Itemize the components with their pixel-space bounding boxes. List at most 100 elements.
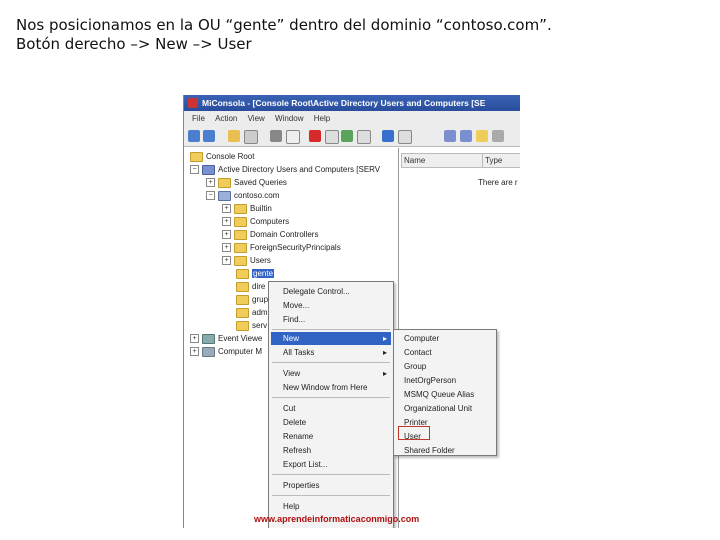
up-folder-icon[interactable] xyxy=(228,130,240,142)
submenu-item-inetorgperson[interactable]: InetOrgPerson xyxy=(394,374,456,387)
menu-item-export-list[interactable]: Export List... xyxy=(269,458,327,471)
menu-item-delete[interactable]: Delete xyxy=(269,416,306,429)
group-icon[interactable] xyxy=(460,130,472,142)
submenu-arrow-icon: ▸ xyxy=(382,334,387,343)
help-icon[interactable] xyxy=(382,130,394,142)
menu-separator xyxy=(272,397,390,398)
menu-item-rename[interactable]: Rename xyxy=(269,430,313,443)
submenu-item-msmq-queue-alias[interactable]: MSMQ Queue Alias xyxy=(394,388,474,401)
expand-icon[interactable]: + xyxy=(222,204,231,214)
tree-computers[interactable]: + Computers xyxy=(222,215,289,228)
context-menu: Delegate Control... Move... Find... New ▸… xyxy=(268,281,394,528)
menu-file[interactable]: File xyxy=(192,114,205,123)
expand-icon[interactable]: + xyxy=(222,230,231,240)
tree-ou[interactable]: grup xyxy=(236,293,268,306)
submenu-item-contact[interactable]: Contact xyxy=(394,346,432,359)
cut-icon[interactable] xyxy=(270,130,282,142)
submenu-item-organizational-unit[interactable]: Organizational Unit xyxy=(394,402,472,415)
tree-gente[interactable]: gente xyxy=(236,267,275,280)
tree-console-root[interactable]: Console Root xyxy=(190,150,254,163)
console-app-icon xyxy=(188,97,198,108)
back-icon[interactable] xyxy=(188,130,200,142)
new-ou-icon[interactable] xyxy=(476,130,488,142)
tree-users[interactable]: + Users xyxy=(222,254,271,267)
menu-item-properties[interactable]: Properties xyxy=(269,479,319,492)
menu-bar: File Action View Window Help xyxy=(184,111,520,126)
tree-event-viewer[interactable]: + Event Viewe xyxy=(190,332,262,345)
column-header-type[interactable]: Type xyxy=(482,153,520,168)
ou-icon xyxy=(236,294,249,305)
menu-help[interactable]: Help xyxy=(314,114,330,123)
title-bar[interactable]: MiConsola - [Console Root\Active Directo… xyxy=(184,95,520,111)
tree-builtin[interactable]: + Builtin xyxy=(222,202,272,215)
collapse-icon[interactable]: − xyxy=(190,165,199,175)
tree-computer-management[interactable]: + Computer M xyxy=(190,345,262,358)
computer-icon xyxy=(202,346,215,357)
toolbar xyxy=(184,126,520,147)
submenu-item-computer[interactable]: Computer xyxy=(394,332,439,345)
menu-separator xyxy=(272,362,390,363)
ou-icon xyxy=(236,320,249,331)
folder-icon xyxy=(234,229,247,240)
users-icon[interactable] xyxy=(444,130,456,142)
tree-ou[interactable]: adm xyxy=(236,306,268,319)
expand-icon[interactable]: + xyxy=(222,243,231,253)
folder-icon xyxy=(234,203,247,214)
folder-icon xyxy=(218,177,231,188)
menu-item-new-window[interactable]: New Window from Here xyxy=(269,381,367,394)
watermark-url: www.aprendeinformaticaconmigo.com xyxy=(254,514,420,524)
menu-item-move[interactable]: Move... xyxy=(269,299,309,312)
expand-icon[interactable]: + xyxy=(190,347,199,357)
tree-fsp[interactable]: + ForeignSecurityPrincipals xyxy=(222,241,341,254)
refresh-icon[interactable] xyxy=(341,130,353,142)
caption-line-1: Nos posicionamos en la OU “gente” dentro… xyxy=(16,16,552,34)
export-icon[interactable] xyxy=(357,130,371,144)
menu-window[interactable]: Window xyxy=(275,114,303,123)
submenu-item-shared-folder[interactable]: Shared Folder xyxy=(394,444,455,457)
folder-icon xyxy=(234,242,247,253)
copy-icon[interactable] xyxy=(286,130,300,144)
show-tree-icon[interactable] xyxy=(244,130,258,144)
submenu-arrow-icon: ▸ xyxy=(382,348,387,357)
delete-icon[interactable] xyxy=(309,130,321,142)
window-title: MiConsola - [Console Root\Active Directo… xyxy=(202,98,486,108)
folder-icon xyxy=(190,151,203,162)
view-icon[interactable] xyxy=(398,130,412,144)
ou-icon xyxy=(236,268,249,279)
menu-view[interactable]: View xyxy=(248,114,265,123)
mmc-window-screenshot: MiConsola - [Console Root\Active Directo… xyxy=(183,95,520,528)
menu-item-all-tasks[interactable]: All Tasks ▸ xyxy=(269,346,393,359)
tree-aduc[interactable]: − Active Directory Users and Computers [S… xyxy=(190,163,380,176)
folder-icon xyxy=(234,255,247,266)
empty-message: There are r xyxy=(478,178,518,187)
slide-caption: Nos posicionamos en la OU “gente” dentro… xyxy=(16,16,552,54)
menu-item-find[interactable]: Find... xyxy=(269,313,305,326)
folder-icon xyxy=(234,216,247,227)
caption-line-2: Botón derecho –> New –> User xyxy=(16,35,252,53)
menu-item-cut[interactable]: Cut xyxy=(269,402,295,415)
menu-item-help[interactable]: Help xyxy=(269,500,299,513)
event-viewer-icon xyxy=(202,333,215,344)
expand-icon[interactable]: + xyxy=(222,256,231,266)
menu-item-delegate-control[interactable]: Delegate Control... xyxy=(269,285,350,298)
tree-domain-controllers[interactable]: + Domain Controllers xyxy=(222,228,318,241)
properties-icon[interactable] xyxy=(325,130,339,144)
expand-icon[interactable]: + xyxy=(190,334,199,344)
tree-saved-queries[interactable]: + Saved Queries xyxy=(206,176,287,189)
menu-item-view[interactable]: View ▸ xyxy=(269,367,393,380)
expand-icon[interactable]: + xyxy=(222,217,231,227)
tree-domain[interactable]: − contoso.com xyxy=(206,189,279,202)
menu-action[interactable]: Action xyxy=(215,114,237,123)
collapse-icon[interactable]: − xyxy=(206,191,215,201)
ou-icon xyxy=(236,281,249,292)
submenu-item-group[interactable]: Group xyxy=(394,360,426,373)
forward-icon[interactable] xyxy=(203,130,215,142)
menu-separator xyxy=(272,495,390,496)
tree-ou[interactable]: serv xyxy=(236,319,267,332)
menu-item-new[interactable]: New ▸ xyxy=(271,332,391,345)
filter-icon[interactable] xyxy=(492,130,504,142)
expand-icon[interactable]: + xyxy=(206,178,215,188)
column-header-name[interactable]: Name xyxy=(401,153,483,168)
menu-item-refresh[interactable]: Refresh xyxy=(269,444,311,457)
tree-ou[interactable]: dire xyxy=(236,280,265,293)
